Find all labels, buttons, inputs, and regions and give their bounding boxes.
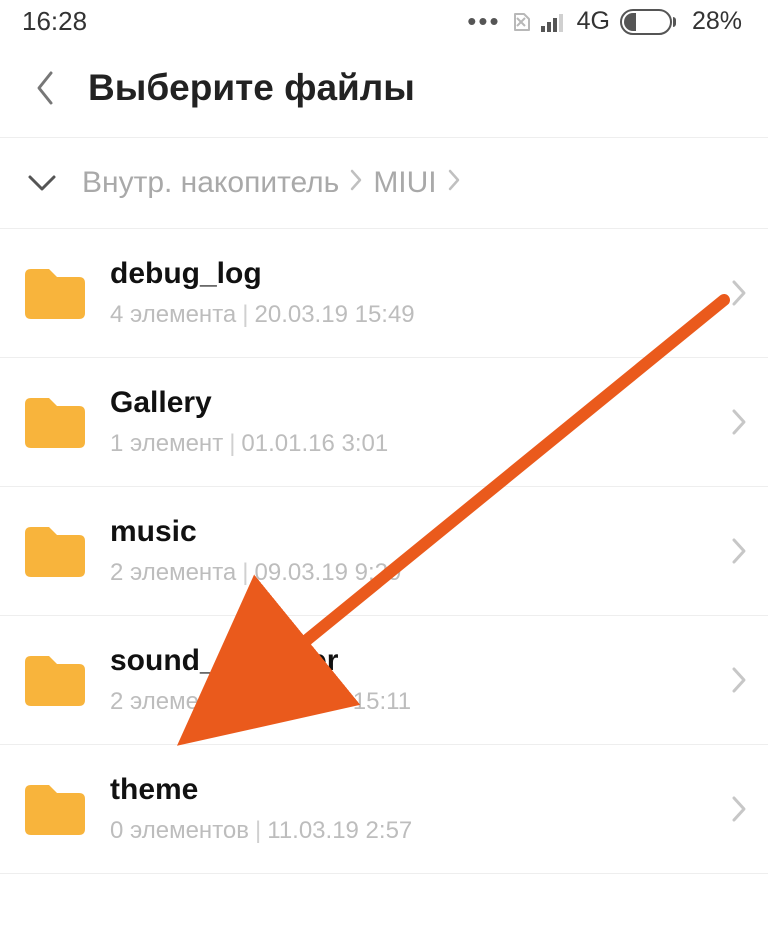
chevron-right-icon: [724, 666, 754, 694]
folder-row-theme[interactable]: theme 0 элементов|11.03.19 2:57: [0, 745, 768, 874]
status-time: 16:28: [22, 6, 87, 37]
folder-row-gallery[interactable]: Gallery 1 элемент|01.01.16 3:01: [0, 358, 768, 487]
folder-info: debug_log 4 элемента|20.03.19 15:49: [110, 257, 700, 329]
folder-name: sound_recorder: [110, 644, 700, 678]
folder-icon: [22, 781, 86, 837]
folder-meta: 2 элемента|27.11.19 15:11: [110, 688, 700, 716]
expand-button[interactable]: [22, 173, 62, 193]
folder-info: theme 0 элементов|11.03.19 2:57: [110, 773, 700, 845]
breadcrumb-row[interactable]: Внутр. накопитель MIUI: [0, 138, 768, 229]
folder-row-debug-log[interactable]: debug_log 4 элемента|20.03.19 15:49: [0, 229, 768, 358]
chevron-down-icon: [26, 173, 58, 193]
folder-row-music[interactable]: music 2 элемента|09.03.19 9:29: [0, 487, 768, 616]
folder-row-sound-recorder[interactable]: sound_recorder 2 элемента|27.11.19 15:11: [0, 616, 768, 745]
folder-icon: [22, 652, 86, 708]
more-dots-icon: •••: [467, 6, 500, 37]
breadcrumb[interactable]: Внутр. накопитель MIUI: [82, 166, 461, 200]
folder-icon: [22, 523, 86, 579]
signal-icon: [541, 12, 567, 32]
battery-icon: [620, 9, 676, 35]
chevron-right-icon: [724, 279, 754, 307]
folder-icon: [22, 265, 86, 321]
network-type: 4G: [577, 7, 610, 36]
folder-name: theme: [110, 773, 700, 807]
folder-name: music: [110, 515, 700, 549]
app-header: Выберите файлы: [0, 43, 768, 138]
folder-meta: 1 элемент|01.01.16 3:01: [110, 430, 700, 458]
status-indicators: ••• 4G 28%: [467, 6, 742, 37]
chevron-right-icon: [349, 166, 363, 200]
breadcrumb-item[interactable]: MIUI: [373, 166, 436, 200]
folder-list: debug_log 4 элемента|20.03.19 15:49 Gall…: [0, 229, 768, 874]
folder-meta: 0 элементов|11.03.19 2:57: [110, 817, 700, 845]
page-title: Выберите файлы: [88, 67, 415, 109]
chevron-left-icon: [33, 69, 55, 107]
folder-name: Gallery: [110, 386, 700, 420]
chevron-right-icon: [447, 166, 461, 200]
folder-name: debug_log: [110, 257, 700, 291]
breadcrumb-item[interactable]: Внутр. накопитель: [82, 166, 339, 200]
back-button[interactable]: [24, 69, 64, 107]
folder-info: music 2 элемента|09.03.19 9:29: [110, 515, 700, 587]
chevron-right-icon: [724, 408, 754, 436]
sim-icon: [511, 12, 531, 32]
chevron-right-icon: [724, 537, 754, 565]
folder-meta: 4 элемента|20.03.19 15:49: [110, 301, 700, 329]
folder-info: Gallery 1 элемент|01.01.16 3:01: [110, 386, 700, 458]
folder-meta: 2 элемента|09.03.19 9:29: [110, 559, 700, 587]
chevron-right-icon: [724, 795, 754, 823]
battery-percent: 28%: [692, 7, 742, 36]
folder-icon: [22, 394, 86, 450]
folder-info: sound_recorder 2 элемента|27.11.19 15:11: [110, 644, 700, 716]
status-bar: 16:28 ••• 4G 28%: [0, 0, 768, 43]
